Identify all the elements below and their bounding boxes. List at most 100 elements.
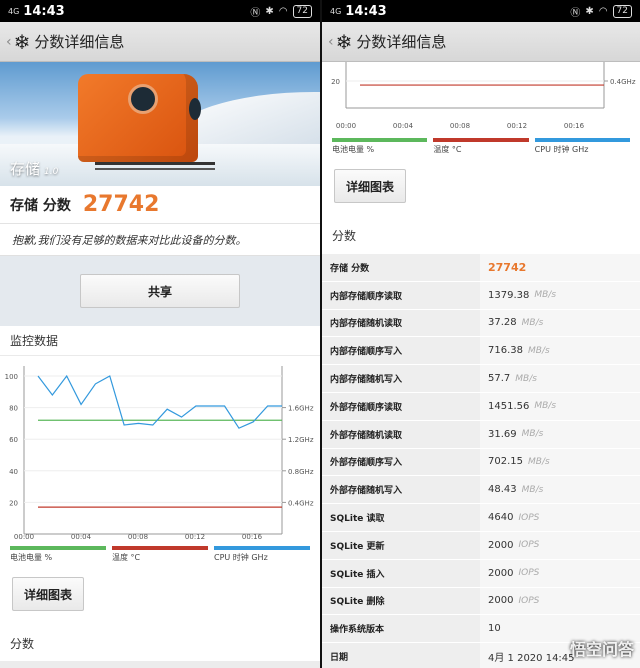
row-value: 1379.38: [488, 289, 530, 301]
table-row: 存储 分数 27742: [322, 253, 640, 281]
row-value-cell: 1451.56 MB/s: [480, 392, 640, 420]
row-unit: MB/s: [528, 456, 550, 467]
row-value: 4640: [488, 512, 514, 524]
monitor-title: 监控数据: [0, 326, 320, 356]
row-value: 702.15: [488, 456, 523, 468]
row-key: 外部存储顺序写入: [322, 448, 480, 476]
y-tick-label: 80: [9, 405, 18, 413]
score-value: 27742: [82, 192, 160, 217]
x-tick-label: 00:08: [450, 122, 470, 130]
monitor-chart-tail-svg: 20 0.4GHz 00:00 00:04 00:08 00:12 00:16: [331, 0, 636, 130]
side-window: [189, 98, 201, 120]
page-title: 分数详细信息: [34, 33, 125, 51]
row-key: 日期: [322, 643, 480, 668]
score-table: 存储 分数 27742 内部存储顺序读取 1379.38 MB/s 内部存储随机读取 37.…: [322, 253, 640, 668]
row-value-cell: 2000 IOPS: [480, 559, 640, 587]
share-button[interactable]: 共享: [80, 274, 240, 308]
table-row: SQLite 读取 4640 IOPS: [322, 503, 640, 531]
bluetooth-icon: ✱: [265, 5, 274, 17]
table-row: 内部存储顺序读取 1379.38 MB/s: [322, 280, 640, 309]
table-row: 内部存储顺序写入 716.38 MB/s: [322, 336, 640, 365]
status-bar: 4G 14:43 Ⓝ ✱ ◠ 72: [322, 0, 640, 22]
row-value: 2000: [488, 595, 514, 607]
table-row: 外部存储顺序读取 1451.56 MB/s: [322, 391, 640, 420]
row-value: 10: [488, 623, 501, 635]
back-icon[interactable]: ‹: [328, 34, 334, 50]
row-unit: IOPS: [518, 512, 540, 523]
table-row: SQLite 删除 2000 IOPS: [322, 586, 640, 615]
row-value: 716.38: [488, 345, 523, 357]
share-zone: 共享: [0, 256, 320, 326]
monitor-chart: 100 80 60 40 20 1.6GHz 1.2GHz 0.8GHz 0.4GHz 00:00…: [0, 356, 320, 563]
legend-temperature: 温度 °C: [433, 138, 529, 155]
score-section-title: 分数: [322, 217, 640, 253]
row-unit: MB/s: [515, 373, 537, 384]
x-tick-label: 00:16: [564, 122, 585, 130]
table-row: SQLite 更新 2000 IOPS: [322, 530, 640, 559]
row-value-cell: 57.7 MB/s: [480, 365, 640, 392]
y-right-tick-label: 0.8GHz: [288, 468, 314, 476]
x-tick-label: 00:04: [393, 122, 414, 130]
status-time: 14:43: [345, 3, 387, 19]
signal-icon: 4G: [330, 6, 342, 16]
y-right-tick-label: 0.4GHz: [288, 499, 314, 507]
row-key: 操作系统版本: [322, 615, 480, 643]
y-tick-label: 60: [9, 436, 18, 444]
legend-battery: 电池电量 %: [332, 138, 428, 155]
row-value: 2000: [488, 567, 514, 579]
row-key: SQLite 更新: [322, 531, 480, 559]
back-icon[interactable]: ‹: [6, 34, 12, 50]
monitor-chart-svg: 100 80 60 40 20 1.6GHz 1.2GHz 0.8GHz 0.4GHz 00:00…: [5, 366, 314, 541]
row-key: 存储 分数: [322, 254, 480, 281]
row-key: 内部存储顺序读取: [322, 281, 480, 309]
row-value: 27742: [488, 260, 527, 274]
signal-icon: 4G: [8, 6, 20, 16]
row-unit: MB/s: [528, 345, 550, 356]
row-value: 31.69: [488, 428, 517, 440]
x-tick-label: 00:12: [507, 122, 527, 130]
battery-icon: 72: [292, 4, 312, 18]
row-value: 48.43: [488, 484, 517, 496]
y-right-tick-label: 1.2GHz: [288, 436, 314, 444]
right-screen: 4G 14:43 Ⓝ ✱ ◠ 72 ‹ ❄ 分数详细信息 20 0.4GHz 00:…: [320, 0, 640, 668]
sled-base: [95, 162, 215, 170]
snowflake-icon: ❄: [335, 29, 353, 54]
score-bar: 存储 分数 27742: [0, 186, 320, 224]
row-key: 内部存储顺序写入: [322, 337, 480, 365]
row-value: 57.7: [488, 373, 511, 385]
row-unit: MB/s: [534, 401, 557, 412]
row-key: SQLite 插入: [322, 559, 480, 587]
row-unit: MB/s: [534, 290, 557, 301]
legend-temperature: 温度 °C: [112, 546, 208, 563]
snowflake-icon: ❄: [13, 29, 31, 54]
x-tick-label: 00:08: [128, 533, 148, 541]
row-unit: MB/s: [521, 484, 544, 495]
nfc-icon: Ⓝ: [250, 7, 261, 19]
row-value-cell: 31.69 MB/s: [480, 420, 640, 448]
detail-chart-button[interactable]: 详细图表: [12, 577, 84, 611]
bluetooth-icon: ✱: [585, 5, 594, 17]
x-tick-label: 00:16: [242, 533, 263, 541]
legend-cpu: CPU 时钟 GHz: [534, 138, 630, 155]
row-unit: MB/s: [521, 429, 544, 440]
detail-chart-button[interactable]: 详细图表: [334, 169, 406, 203]
table-row: 外部存储顺序写入 702.15 MB/s: [322, 447, 640, 476]
row-value-cell: 4640 IOPS: [480, 504, 640, 531]
table-row: 外部存储随机写入 48.43 MB/s: [322, 475, 640, 504]
left-screen: 4G 14:43 Ⓝ ✱ ◠ 72 ‹ ❄ 分数详细信息 存储 1.0 存储 分数…: [0, 0, 320, 668]
y-right-tick-label: 0.4GHz: [610, 78, 636, 86]
row-key: 外部存储顺序读取: [322, 392, 480, 420]
test-hero-image: 存储 1.0: [0, 62, 320, 186]
legend-cpu: CPU 时钟 GHz: [214, 546, 310, 563]
comparison-note: 抱歉,我们没有足够的数据来对比此设备的分数。: [0, 224, 320, 256]
row-key: 外部存储随机读取: [322, 420, 480, 448]
hero-label: 存储 1.0: [10, 160, 59, 178]
y-tick-label: 40: [9, 468, 18, 476]
chart-legend: 电池电量 % 温度 °C CPU 时钟 GHz: [0, 546, 320, 563]
score-label: 存储 分数: [10, 197, 71, 214]
row-unit: IOPS: [518, 540, 540, 551]
row-unit: IOPS: [518, 595, 540, 606]
y-tick-label: 100: [5, 373, 18, 381]
row-unit: IOPS: [518, 568, 540, 579]
wifi-icon: ◠: [598, 5, 608, 17]
